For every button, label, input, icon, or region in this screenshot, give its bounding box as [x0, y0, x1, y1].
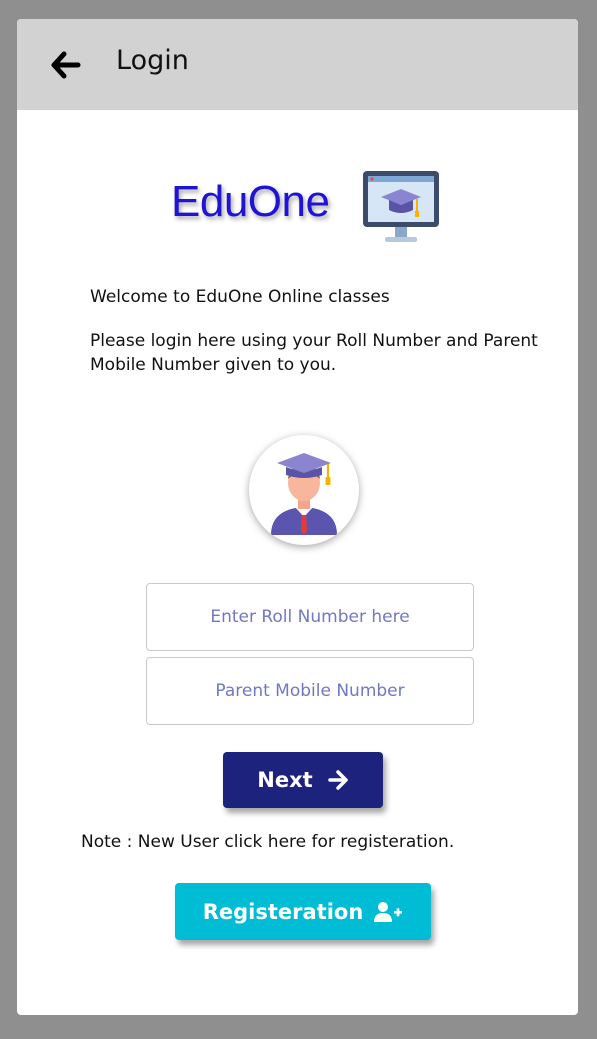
login-instructions: Please login here using your Roll Number…: [90, 331, 538, 375]
arrow-left-icon: [51, 51, 81, 79]
logo-text: EduOne: [171, 177, 330, 226]
app-header: Login: [17, 19, 578, 110]
parent-mobile-input[interactable]: [146, 657, 474, 725]
login-card: Login EduOne Welcome to EduOne Online cl…: [17, 19, 578, 1015]
registration-note: Note : New User click here for registera…: [81, 832, 455, 852]
graduate-student-icon: [271, 453, 337, 535]
next-button-label: Next: [257, 768, 313, 792]
roll-number-input[interactable]: [146, 583, 474, 651]
monitor-graduation-cap-icon: [363, 171, 439, 242]
page-title: Login: [116, 45, 189, 76]
back-button[interactable]: [51, 51, 81, 79]
registration-button[interactable]: Registeration: [175, 883, 431, 940]
avatar: [249, 435, 359, 545]
next-button[interactable]: Next: [223, 752, 383, 808]
user-plus-icon: [374, 901, 403, 922]
arrow-right-icon: [327, 770, 348, 790]
welcome-text: Welcome to EduOne Online classes: [90, 287, 390, 307]
registration-button-label: Registeration: [202, 899, 364, 924]
app-logo: EduOne: [171, 167, 443, 249]
